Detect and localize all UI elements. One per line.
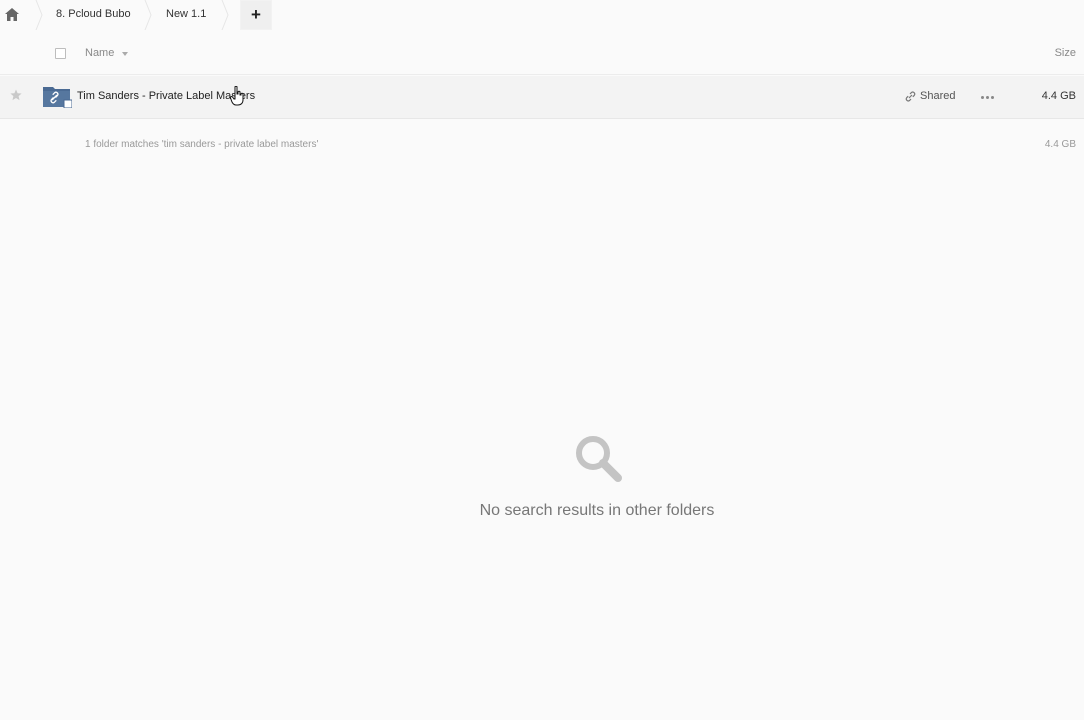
- file-name[interactable]: Tim Sanders - Private Label Masters: [77, 90, 255, 102]
- new-folder-button[interactable]: +: [240, 0, 272, 30]
- home-icon: [5, 7, 19, 21]
- select-all-checkbox[interactable]: [55, 48, 66, 59]
- breadcrumb-separator-icon: [144, 0, 152, 30]
- star-icon[interactable]: [10, 89, 22, 101]
- breadcrumb-separator-icon: [35, 0, 43, 30]
- sort-caret-down-icon[interactable]: [122, 52, 128, 56]
- empty-state-message: No search results in other folders: [479, 502, 715, 519]
- match-summary: 1 folder matches 'tim sanders - private …: [85, 139, 319, 150]
- link-icon: [905, 91, 916, 101]
- breadcrumb-separator-icon: [221, 0, 229, 30]
- breadcrumb: 8. Pcloud Bubo New 1.1 +: [0, 0, 1084, 30]
- more-options-icon[interactable]: [978, 90, 996, 104]
- match-summary-size: 4.4 GB: [1044, 139, 1076, 150]
- size-column-header[interactable]: Size: [1055, 47, 1076, 59]
- search-icon: [576, 436, 622, 482]
- home-button[interactable]: [4, 6, 20, 22]
- shared-folder-icon: [43, 87, 72, 108]
- shared-label: Shared: [920, 90, 956, 102]
- shared-link[interactable]: Shared: [905, 90, 955, 102]
- file-size: 4.4 GB: [1041, 90, 1076, 102]
- file-browser: 8. Pcloud Bubo New 1.1 + Name Size Tim S…: [0, 0, 1084, 720]
- list-header: Name Size: [0, 36, 1084, 75]
- breadcrumb-item-pcloud-bubo[interactable]: 8. Pcloud Bubo: [56, 8, 131, 20]
- name-column-header[interactable]: Name: [85, 47, 114, 59]
- hand-cursor-icon: [230, 86, 244, 106]
- file-row[interactable]: Tim Sanders - Private Label Masters Shar…: [0, 76, 1084, 119]
- breadcrumb-item-new-1-1[interactable]: New 1.1: [166, 8, 206, 20]
